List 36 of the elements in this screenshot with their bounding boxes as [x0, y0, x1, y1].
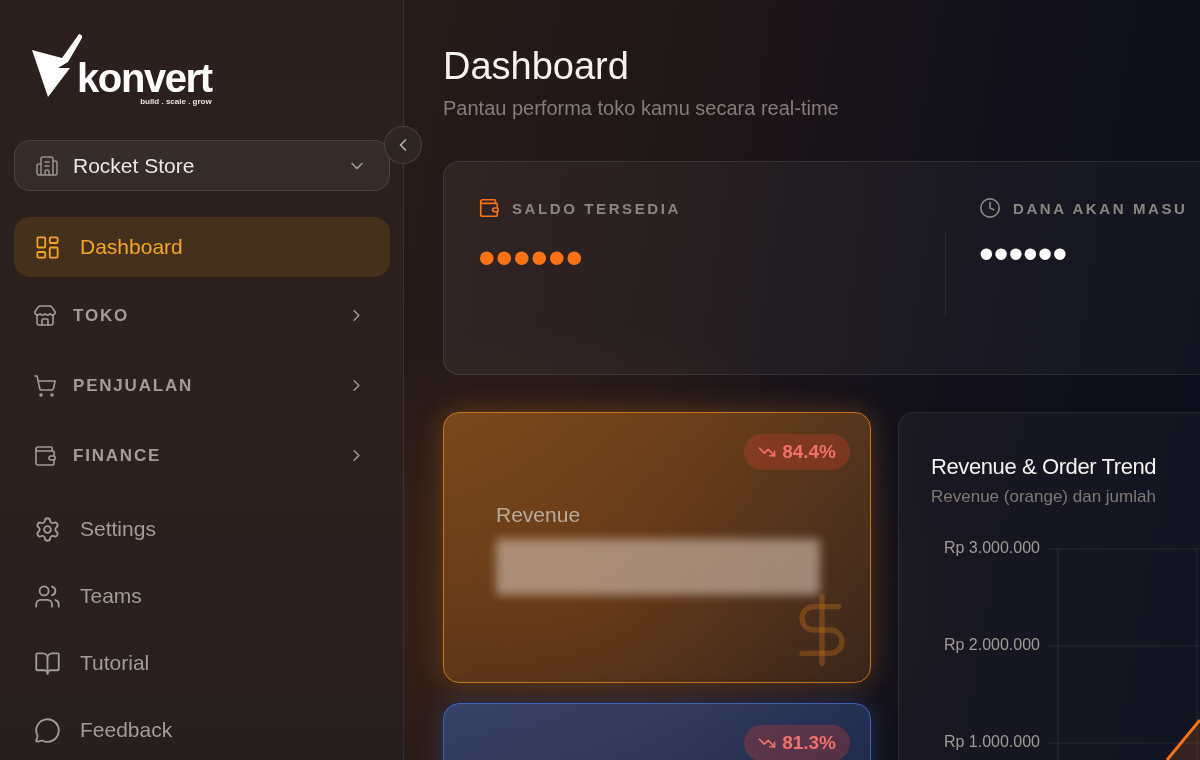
- open-book-icon: [34, 649, 61, 677]
- wallet-icon: [478, 197, 500, 219]
- change-percentage: 81.3%: [782, 732, 836, 754]
- sidebar-group[interactable]: TOKO: [14, 284, 390, 347]
- page-title: Dashboard: [443, 44, 630, 89]
- sidebar-item[interactable]: Feedback: [14, 700, 390, 760]
- sidebar-item[interactable]: Tutorial: [14, 633, 390, 693]
- chart-title: Revenue & Order Trend: [931, 454, 1157, 480]
- change-percentage: 84.4%: [782, 441, 836, 463]
- logo-wordmark: konvert: [77, 60, 212, 96]
- clock-icon: [979, 197, 1001, 219]
- sidebar-group[interactable]: PENJUALAN: [14, 354, 390, 417]
- masked-balance: ••••••: [979, 239, 1068, 269]
- y-axis-label: Rp 1.000.000: [943, 733, 1040, 751]
- speech-bubble-icon: [34, 716, 61, 744]
- storefront-icon: [33, 303, 57, 328]
- page-subtitle: Pantau performa toko kamu secara real-time: [443, 96, 840, 121]
- building-icon: [35, 153, 59, 178]
- stat-label: Revenue: [496, 503, 581, 527]
- balance-label: DANA AKAN MASU: [1013, 199, 1188, 217]
- wallet-icon: [33, 443, 57, 468]
- chart-subtitle: Revenue (orange) dan jumlah: [931, 486, 1156, 508]
- sidebar-item[interactable]: Dashboard: [14, 217, 390, 277]
- sidebar-item[interactable]: Teams: [14, 566, 390, 626]
- masked-balance: ••••••: [478, 243, 584, 273]
- revenue-trend-line: [1165, 719, 1200, 760]
- dashboard-grid-icon: [34, 233, 61, 261]
- shopping-cart-icon: [33, 373, 57, 398]
- logo-tagline: build . scale . grow: [140, 97, 212, 107]
- sidebar-item[interactable]: Settings: [14, 499, 390, 559]
- settings-icon: [34, 515, 61, 543]
- sidebar-group[interactable]: FINANCE: [14, 424, 390, 487]
- store-selector[interactable]: Rocket Store: [14, 140, 390, 191]
- y-axis-label: Rp 3.000.000: [943, 540, 1040, 557]
- y-axis-label: Rp 2.000.000: [943, 636, 1040, 654]
- balance-label: SALDO TERSEDIA: [512, 199, 681, 217]
